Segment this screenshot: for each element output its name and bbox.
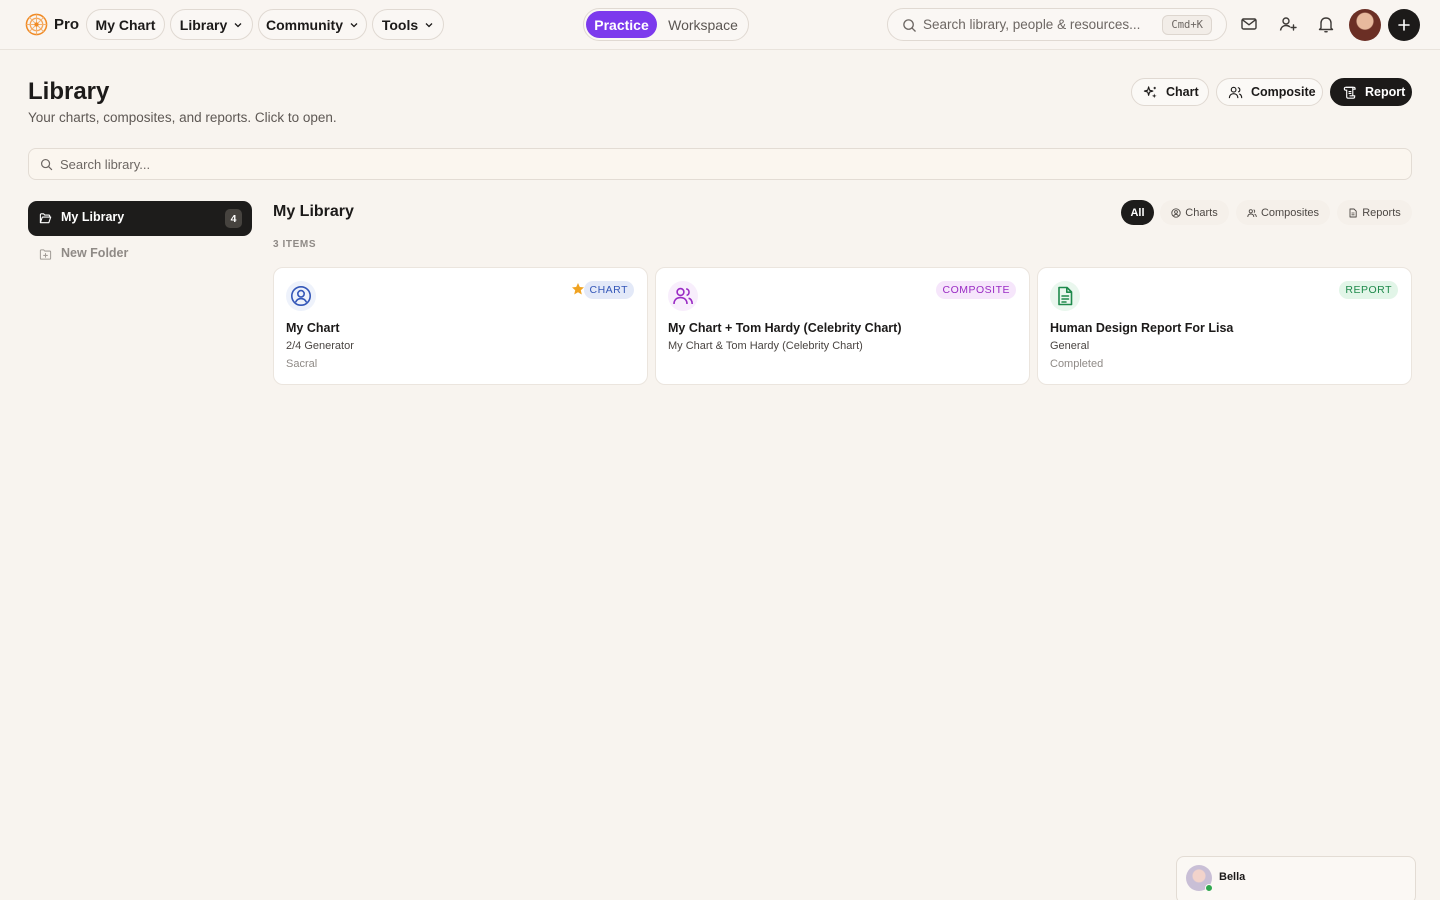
nav-library-dropdown[interactable]: Library (170, 9, 253, 40)
chevron-down-icon (425, 22, 433, 27)
brand-logo[interactable]: Pro (25, 13, 79, 36)
nav-my-chart[interactable]: My Chart (86, 9, 165, 40)
users-icon (1228, 86, 1243, 98)
filter-all-label: All (1130, 206, 1145, 219)
mode-switch: Practice Workspace (583, 8, 749, 41)
sidebar-item-label: My Library (61, 210, 125, 224)
new-report-label: Report (1365, 85, 1406, 99)
nav-community-label: Community (266, 16, 343, 33)
users-icon (1247, 208, 1257, 217)
sparkle-icon (1143, 85, 1157, 98)
filter-composites[interactable]: Composites (1236, 200, 1330, 225)
online-status-indicator (1205, 884, 1213, 892)
create-new-button[interactable] (1388, 9, 1420, 41)
users-icon (673, 287, 693, 305)
assistant-chat-widget[interactable]: Bella (1176, 856, 1416, 900)
card-detail: 2/4 Generator (286, 340, 354, 352)
nav-tools-label: Tools (381, 16, 419, 33)
search-icon (40, 158, 53, 171)
card-detail: My Chart & Tom Hardy (Celebrity Chart) (668, 340, 863, 352)
card-type-badge: COMPOSITE (936, 281, 1016, 299)
chevron-down-icon (234, 22, 242, 27)
assistant-name: Bella (1219, 871, 1246, 883)
mode-practice-button[interactable]: Practice (586, 11, 657, 38)
library-card-chart[interactable]: CHART My Chart 2/4 Generator Sacral (273, 267, 648, 385)
user-avatar[interactable] (1349, 9, 1381, 41)
card-icon-wrapper (668, 281, 698, 311)
card-title: Human Design Report For Lisa (1050, 321, 1234, 335)
sidebar-item-new-folder[interactable]: New Folder (28, 243, 252, 265)
card-type-badge: CHART (583, 281, 634, 299)
nav-community-dropdown[interactable]: Community (258, 9, 367, 40)
filter-composites-label: Composites (1260, 206, 1320, 219)
document-icon (1058, 286, 1073, 306)
library-card-report[interactable]: REPORT Human Design Report For Lisa Gene… (1037, 267, 1412, 385)
nav-my-chart-label: My Chart (95, 16, 156, 33)
library-search-input[interactable] (60, 149, 1400, 179)
folder-open-icon (39, 213, 52, 224)
nav-tools-dropdown[interactable]: Tools (372, 9, 444, 40)
library-card-composite[interactable]: COMPOSITE My Chart + Tom Hardy (Celebrit… (655, 267, 1030, 385)
card-meta: Completed (1050, 358, 1104, 370)
global-search-input[interactable]: Search library, people & resources... Cm… (887, 8, 1227, 41)
folder-plus-icon (39, 249, 52, 260)
new-composite-label: Composite (1251, 85, 1316, 99)
document-icon (1349, 208, 1357, 217)
card-type-badge: REPORT (1339, 281, 1398, 299)
bell-icon[interactable] (1316, 14, 1336, 34)
add-user-icon[interactable] (1278, 14, 1298, 34)
new-chart-label: Chart (1166, 85, 1199, 99)
new-report-button[interactable]: Report (1330, 78, 1412, 106)
card-icon-wrapper (286, 281, 316, 311)
logo-mark-icon (25, 13, 48, 36)
nav-library-label: Library (179, 16, 228, 33)
mode-workspace-button[interactable]: Workspace (659, 11, 747, 38)
card-detail: General (1050, 340, 1090, 352)
scroll-icon (1343, 86, 1356, 99)
search-icon (903, 19, 916, 32)
library-search-bar (28, 148, 1412, 180)
brand-name: Pro (54, 16, 80, 33)
card-title: My Chart + Tom Hardy (Celebrity Chart) (668, 321, 902, 335)
search-shortcut-hint: Cmd+K (1162, 15, 1212, 35)
user-circle-icon (291, 286, 311, 306)
filter-charts-label: Charts (1185, 206, 1218, 219)
plus-icon (1398, 19, 1410, 31)
sidebar-item-label: New Folder (61, 246, 129, 260)
card-title: My Chart (286, 321, 340, 335)
top-navigation-bar: Pro My Chart Library Community Tools Pra… (0, 0, 1440, 50)
page-subtitle: Your charts, composites, and reports. Cl… (28, 110, 337, 125)
user-circle-icon (1171, 207, 1181, 218)
sidebar-item-count-badge: 4 (225, 209, 242, 228)
filter-reports-label: Reports (1362, 206, 1401, 219)
new-composite-button[interactable]: Composite (1216, 78, 1323, 106)
filter-all[interactable]: All (1121, 200, 1154, 225)
mail-icon[interactable] (1239, 14, 1259, 34)
new-chart-button[interactable]: Chart (1131, 78, 1209, 106)
card-icon-wrapper (1050, 281, 1080, 311)
items-count: 3 ITEMS (273, 239, 317, 250)
page-title: Library (28, 78, 110, 105)
global-search-placeholder: Search library, people & resources... (923, 17, 1141, 32)
sidebar-item-my-library[interactable]: My Library 4 (28, 201, 252, 236)
chevron-down-icon (350, 22, 358, 27)
card-meta: Sacral (286, 358, 318, 370)
filter-charts[interactable]: Charts (1160, 200, 1229, 225)
section-title: My Library (273, 203, 354, 220)
filter-reports[interactable]: Reports (1337, 200, 1412, 225)
star-icon[interactable] (571, 282, 585, 296)
